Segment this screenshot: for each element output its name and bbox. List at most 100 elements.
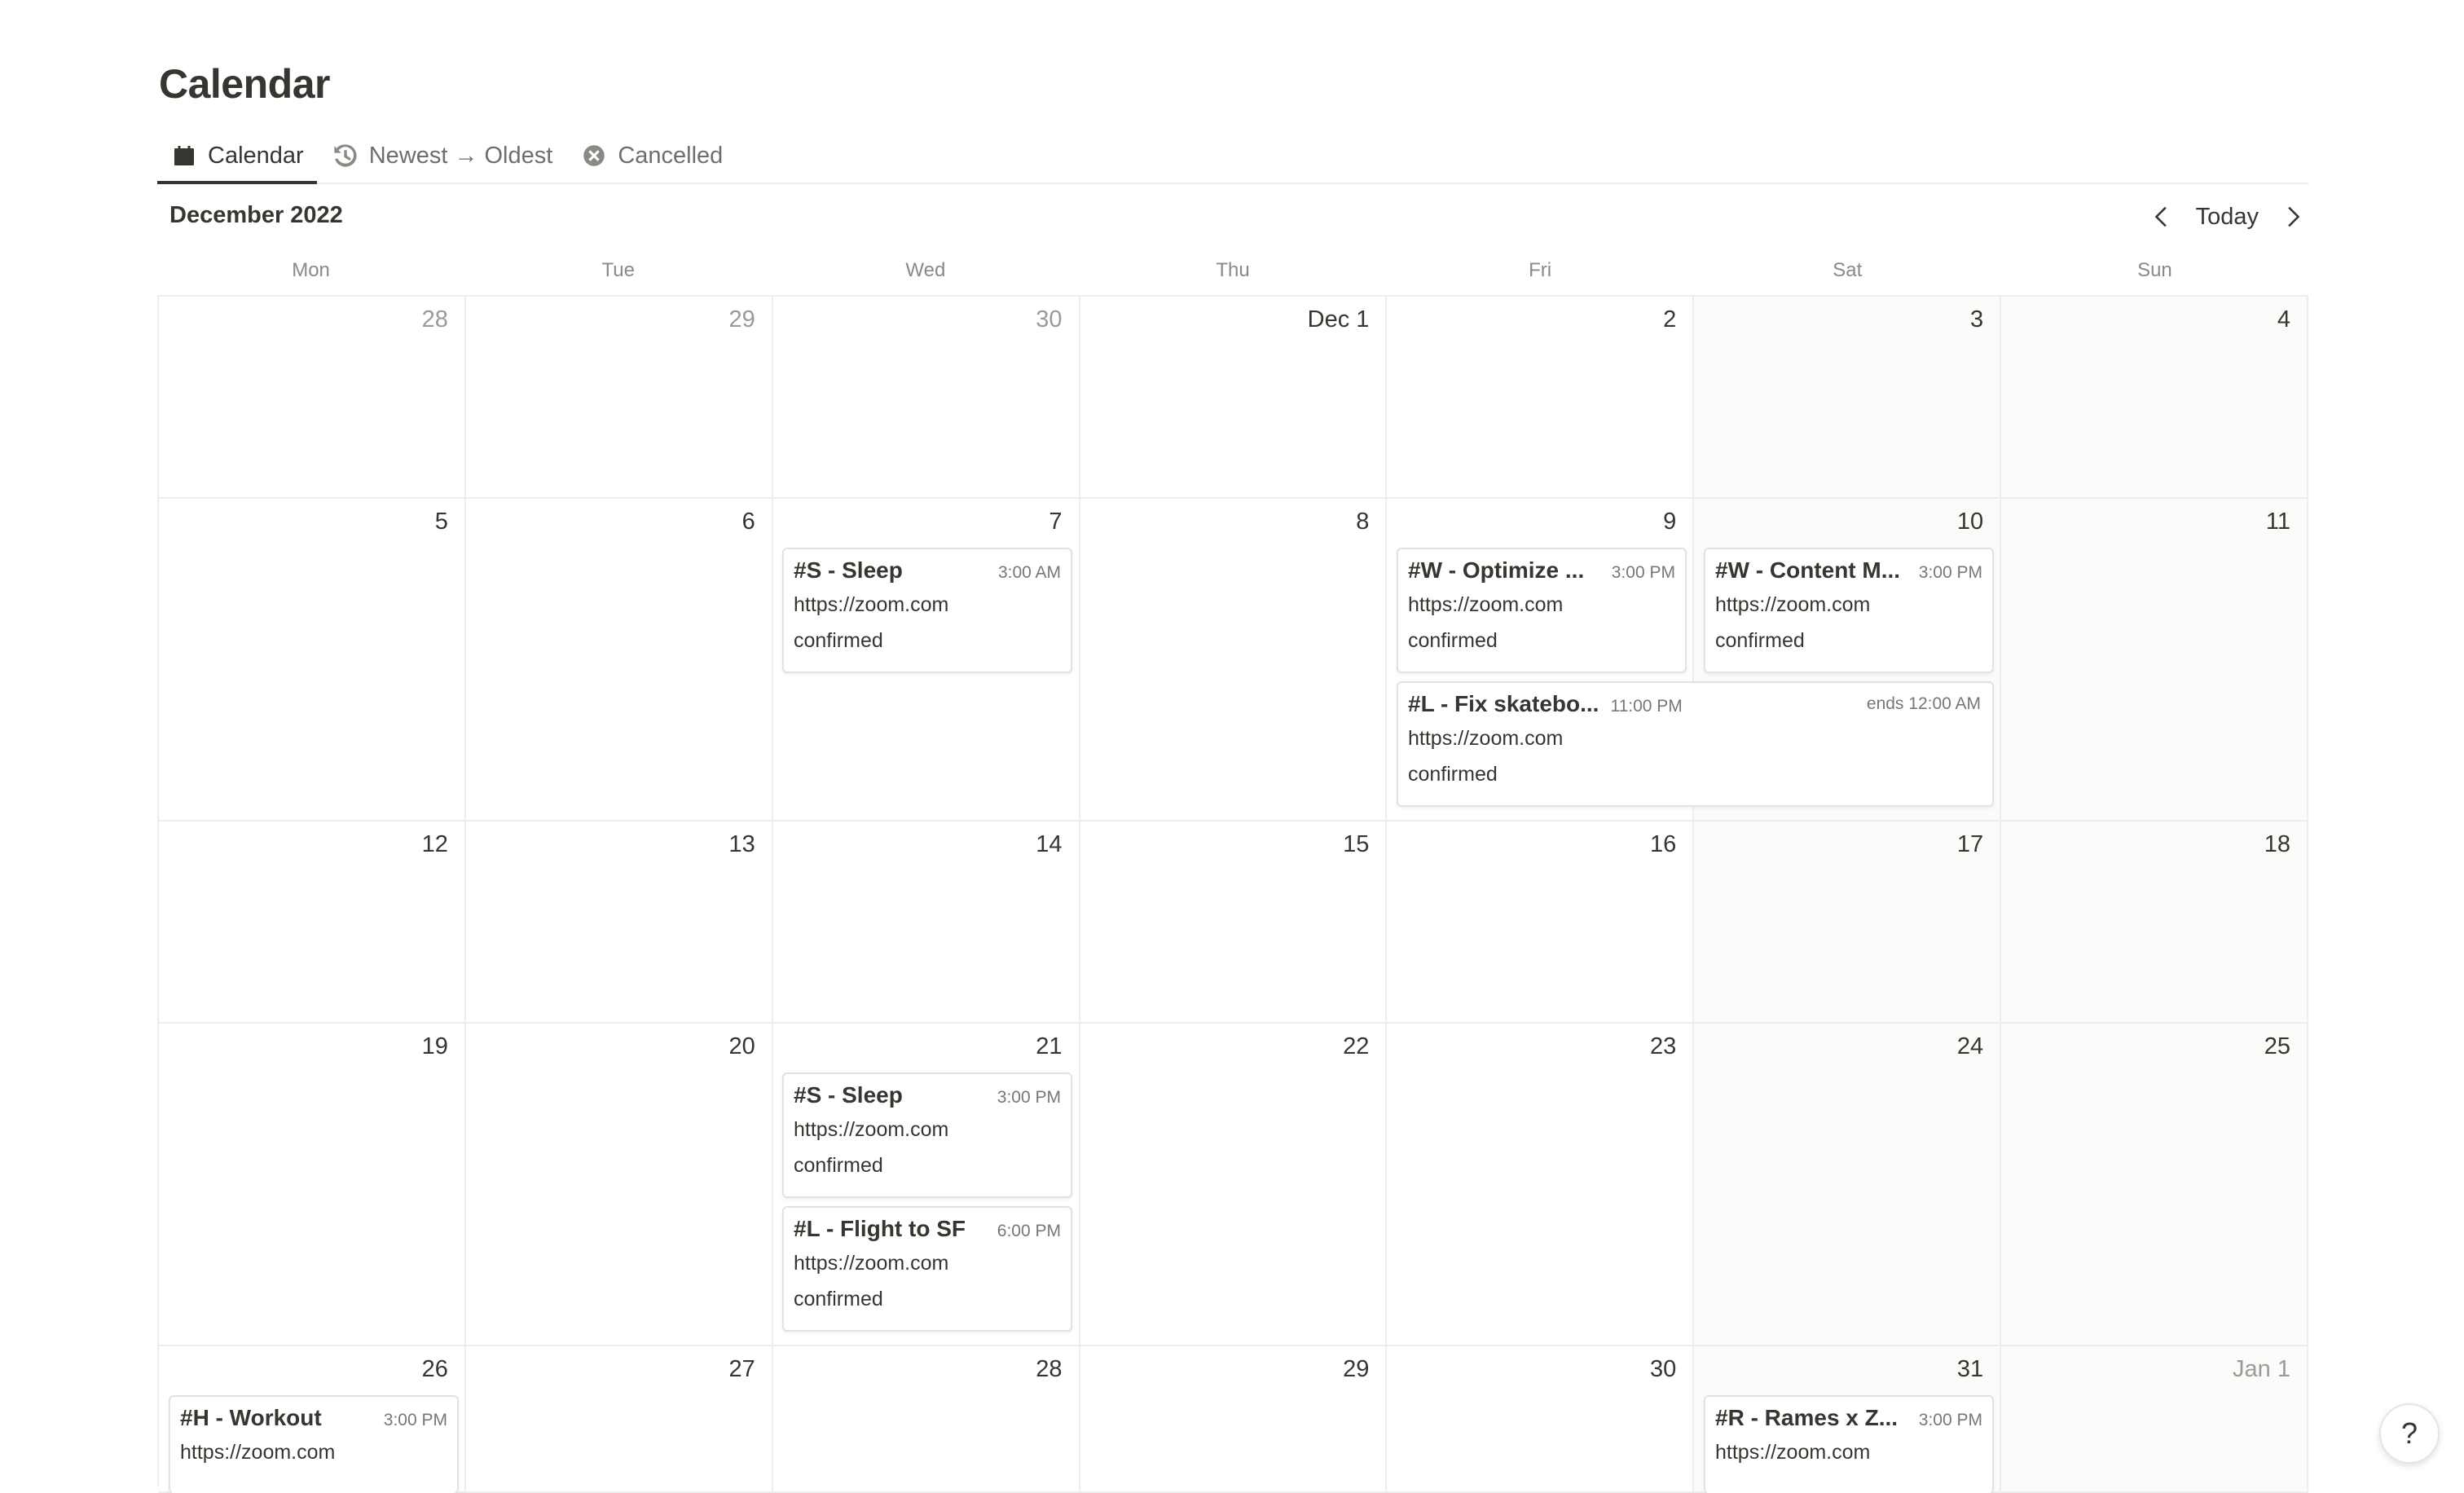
- day-cell[interactable]: 16: [1387, 821, 1695, 1024]
- day-cell[interactable]: 25: [2001, 1024, 2308, 1346]
- event-url: https://zoom.com: [1715, 593, 1871, 616]
- weekday-label: Sun: [2137, 259, 2172, 281]
- day-cell[interactable]: 24: [1694, 1024, 2002, 1346]
- event-end-time: ends 12:00 AM: [1866, 694, 1981, 713]
- event-status: confirmed: [1408, 763, 1498, 786]
- day-cell[interactable]: 28: [159, 297, 466, 499]
- event-status: confirmed: [1715, 629, 1805, 652]
- tab-newest-oldest[interactable]: Newest → Oldest: [319, 129, 566, 183]
- event-card[interactable]: #R - Rames x Z... 3:00 PM https://zoom.co…: [1704, 1395, 1994, 1493]
- day-cell[interactable]: 8: [1080, 499, 1388, 821]
- event-title: #W - Content M...: [1715, 557, 1901, 583]
- day-number: 25: [2264, 1033, 2290, 1059]
- event-url: https://zoom.com: [1408, 727, 1564, 750]
- day-number: 24: [1956, 1033, 1984, 1059]
- event-card[interactable]: #H - Workout 3:00 PM https://zoom.com: [169, 1395, 459, 1493]
- day-number: 16: [1650, 831, 1677, 857]
- day-number: 23: [1650, 1033, 1677, 1059]
- previous-month-button[interactable]: [2145, 200, 2178, 233]
- day-number: 18: [2264, 831, 2290, 857]
- event-time: 3:00 PM: [1611, 563, 1675, 582]
- day-cell[interactable]: 30: [1387, 1346, 1695, 1493]
- event-status: confirmed: [794, 1154, 883, 1177]
- day-cell[interactable]: 20: [465, 1024, 773, 1346]
- day-number: 4: [2277, 306, 2290, 333]
- event-url: https://zoom.com: [794, 1118, 949, 1141]
- event-url: https://zoom.com: [1715, 1441, 1871, 1464]
- event-title: #L - Flight to SF: [794, 1216, 966, 1241]
- tab-calendar[interactable]: Calendar: [157, 129, 317, 184]
- day-number: 29: [728, 306, 755, 333]
- day-number: Dec 1: [1307, 306, 1370, 333]
- event-url: https://zoom.com: [180, 1441, 336, 1464]
- day-cell[interactable]: 23: [1387, 1024, 1695, 1346]
- day-cell[interactable]: 29: [465, 297, 773, 499]
- day-number: 10: [1956, 509, 1984, 535]
- calendar-grid: 28 29 30 Dec 1 2 3 4 5 6 7 8 9 10 11 12 …: [157, 295, 2308, 1493]
- day-number: 30: [1650, 1356, 1677, 1382]
- day-cell[interactable]: 18: [2001, 821, 2308, 1024]
- day-cell[interactable]: 27: [465, 1346, 773, 1493]
- day-cell[interactable]: 17: [1694, 821, 2002, 1024]
- day-cell[interactable]: 19: [159, 1024, 466, 1346]
- day-number: 13: [728, 831, 755, 857]
- day-cell[interactable]: 28: [772, 1346, 1080, 1493]
- tab-cancelled[interactable]: Cancelled: [567, 129, 736, 183]
- day-cell[interactable]: 14: [772, 821, 1080, 1024]
- event-title: #S - Sleep: [794, 557, 903, 583]
- event-url: https://zoom.com: [1408, 593, 1564, 616]
- day-cell[interactable]: 3: [1694, 297, 2002, 499]
- help-button[interactable]: ?: [2379, 1403, 2440, 1464]
- next-month-button[interactable]: [2277, 200, 2309, 233]
- event-card[interactable]: #S - Sleep 3:00 AM https://zoom.com confi…: [782, 548, 1072, 673]
- day-number: 30: [1036, 306, 1063, 333]
- weekday-label: Tue: [601, 259, 635, 281]
- day-number: 15: [1343, 831, 1370, 857]
- day-cell[interactable]: 5: [159, 499, 466, 821]
- day-cell[interactable]: 15: [1080, 821, 1388, 1024]
- day-number: 28: [1036, 1356, 1063, 1382]
- event-title: #H - Workout: [180, 1405, 322, 1430]
- day-number: 14: [1036, 831, 1063, 857]
- month-nav: Today: [2145, 199, 2309, 235]
- day-number: 8: [1356, 509, 1370, 535]
- event-card[interactable]: #W - Content M... 3:00 PM https://zoom.co…: [1704, 548, 1994, 673]
- event-time: 3:00 PM: [1918, 1411, 1982, 1429]
- day-number: 22: [1343, 1033, 1370, 1059]
- day-cell[interactable]: 12: [159, 821, 466, 1024]
- day-cell[interactable]: 22: [1080, 1024, 1388, 1346]
- week-row: 12 13 14 15 16 17 18: [159, 821, 2308, 1024]
- weekday-label: Mon: [292, 259, 330, 281]
- event-time: 11:00 PM: [1610, 697, 1683, 716]
- event-card[interactable]: #L - Flight to SF 6:00 PM https://zoom.co…: [782, 1206, 1072, 1332]
- event-card[interactable]: #S - Sleep 3:00 PM https://zoom.com confi…: [782, 1072, 1072, 1198]
- day-cell[interactable]: 13: [465, 821, 773, 1024]
- day-number: 6: [741, 509, 755, 535]
- day-cell[interactable]: 11: [2001, 499, 2308, 821]
- day-cell[interactable]: 2: [1387, 297, 1695, 499]
- today-button[interactable]: Today: [2193, 204, 2262, 231]
- day-cell[interactable]: Jan 1: [2001, 1346, 2308, 1493]
- event-time: 3:00 AM: [997, 563, 1061, 582]
- day-number: 9: [1663, 509, 1677, 535]
- event-title: #W - Optimize ...: [1408, 557, 1585, 583]
- x-circle-icon: [580, 142, 608, 170]
- week-row: 19 20 21 22 23 24 25: [159, 1024, 2308, 1346]
- history-icon: [332, 142, 359, 170]
- weekday-label: Sat: [1833, 259, 1863, 281]
- day-cell[interactable]: 4: [2001, 297, 2308, 499]
- event-url: https://zoom.com: [794, 593, 949, 616]
- day-cell[interactable]: Dec 1: [1080, 297, 1388, 499]
- day-number: 12: [421, 831, 448, 857]
- day-number: 27: [728, 1356, 755, 1382]
- day-number: 2: [1663, 306, 1677, 333]
- event-card[interactable]: #W - Optimize ... 3:00 PM https://zoom.co…: [1397, 548, 1687, 673]
- event-card[interactable]: #L - Fix skatebo... 11:00 PM ends 12:00 A…: [1397, 681, 1994, 807]
- event-title: #R - Rames x Z...: [1715, 1405, 1899, 1430]
- day-cell[interactable]: 6: [465, 499, 773, 821]
- day-cell[interactable]: 30: [772, 297, 1080, 499]
- day-number: Jan 1: [2233, 1356, 2290, 1382]
- event-status: confirmed: [794, 1288, 883, 1310]
- weekday-label: Wed: [905, 259, 946, 281]
- day-cell[interactable]: 29: [1080, 1346, 1388, 1493]
